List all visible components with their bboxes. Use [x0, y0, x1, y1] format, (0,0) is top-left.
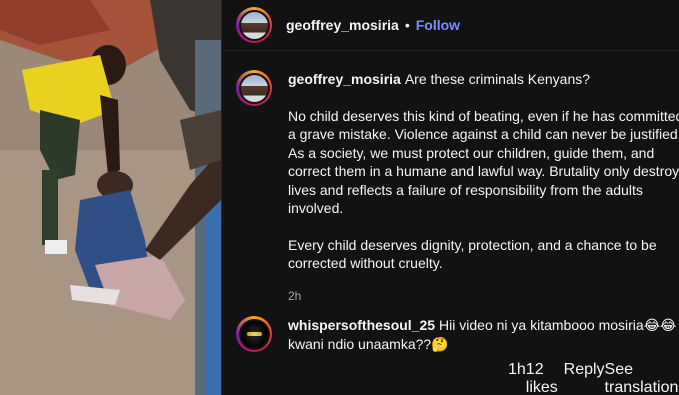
video-still — [0, 0, 221, 395]
author-avatar[interactable] — [236, 7, 272, 43]
caption-lead-line: geoffrey_mosiria Are these criminals Keny… — [288, 70, 679, 89]
comment-body: whispersofthesoul_25 Hii video ni ya kita… — [288, 316, 679, 353]
post-media[interactable] — [0, 0, 221, 395]
avatar-ring — [238, 9, 270, 41]
avatar-ring — [238, 318, 270, 350]
author-username[interactable]: geoffrey_mosiria — [286, 17, 399, 33]
caption-lead-text: Are these criminals Kenyans? — [404, 71, 591, 87]
caption-avatar[interactable] — [236, 70, 272, 106]
avatar-image — [240, 11, 268, 39]
comment-item: whispersofthesoul_25 Hii video ni ya kita… — [236, 316, 679, 353]
comment-likes[interactable]: 12 likes — [526, 361, 564, 395]
comment-timestamp[interactable]: 1h — [508, 361, 526, 395]
commenter-username[interactable]: whispersofthesoul_25 — [288, 317, 435, 333]
caption-username[interactable]: geoffrey_mosiria — [288, 71, 401, 87]
comment-actions: 1h 12 likes Reply See translation — [508, 361, 679, 395]
caption-paragraph: Every child deserves dignity, protection… — [288, 236, 657, 272]
post-caption: geoffrey_mosiria Are these criminals Keny… — [236, 70, 679, 305]
avatar-ring — [238, 72, 270, 104]
avatar-image — [240, 320, 268, 348]
post-header: geoffrey_mosiria • Follow — [222, 0, 679, 51]
reply-button[interactable]: Reply — [564, 361, 605, 395]
see-translation-button[interactable]: See translation — [605, 361, 679, 395]
avatar-image — [240, 74, 268, 102]
caption-timestamp[interactable]: 2h — [288, 287, 679, 306]
post-viewer: geoffrey_mosiria • Follow geoffrey_mosir… — [0, 0, 679, 395]
post-details-panel: geoffrey_mosiria • Follow geoffrey_mosir… — [221, 0, 679, 395]
follow-button[interactable]: Follow — [416, 17, 460, 33]
caption-body: geoffrey_mosiria Are these criminals Keny… — [288, 70, 679, 305]
commenter-avatar[interactable] — [236, 316, 272, 352]
separator-dot: • — [404, 17, 410, 33]
caption-paragraph: No child deserves this kind of beating, … — [288, 107, 679, 217]
